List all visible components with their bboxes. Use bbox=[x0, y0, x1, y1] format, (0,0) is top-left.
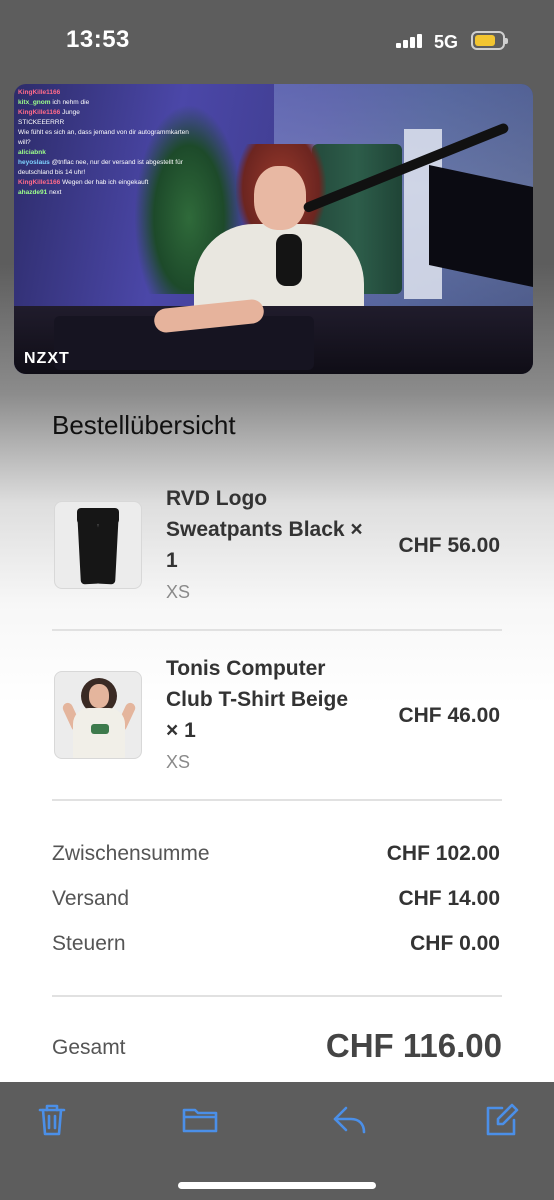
stream-image: KingKille1166 kitx_gnom ich nehm die Kin… bbox=[14, 84, 533, 374]
divider bbox=[52, 995, 502, 997]
reply-button[interactable] bbox=[330, 1100, 370, 1140]
order-item[interactable]: RVD Logo Sweatpants Black × 1 XS CHF 56.… bbox=[52, 461, 502, 631]
total-label: Gesamt bbox=[52, 1036, 126, 1059]
chat-line: heyoslaus @tnflac nee, nur der versand i… bbox=[18, 159, 183, 176]
trash-icon bbox=[38, 1104, 66, 1136]
chat-line: KingKille1166 bbox=[18, 89, 61, 96]
shipping-label: Versand bbox=[52, 887, 130, 910]
item-price: CHF 56.00 bbox=[398, 534, 500, 557]
subtotal-row: Zwischensumme CHF 102.00 bbox=[52, 842, 502, 872]
tax-row: Steuern CHF 0.00 bbox=[52, 932, 502, 962]
home-indicator[interactable] bbox=[178, 1182, 376, 1189]
chat-line: aliciabnk bbox=[18, 149, 46, 156]
item-variant: XS bbox=[166, 752, 191, 772]
sweatpants-image bbox=[54, 501, 142, 589]
order-summary-title: Bestellübersicht bbox=[52, 410, 236, 440]
chat-line: KingKille1166 Junge bbox=[18, 109, 80, 116]
trash-button[interactable] bbox=[32, 1100, 72, 1140]
chat-line: STICKEEERRR bbox=[18, 119, 65, 126]
status-time: 13:53 bbox=[66, 26, 130, 53]
order-item[interactable]: Tonis Computer Club T-Shirt Beige × 1 XS… bbox=[52, 631, 502, 801]
move-folder-button[interactable] bbox=[180, 1100, 220, 1140]
compose-icon bbox=[486, 1103, 519, 1136]
signal-icon bbox=[396, 32, 424, 48]
item-name: Tonis Computer Club T-Shirt Beige × 1 bbox=[166, 657, 349, 742]
shipping-row: Versand CHF 14.00 bbox=[52, 887, 502, 917]
nzxt-logo: NZXT bbox=[24, 350, 70, 367]
total-value: CHF 116.00 bbox=[325, 1027, 502, 1064]
item-variant: XS bbox=[166, 582, 191, 602]
tshirt-image bbox=[54, 671, 142, 759]
network-type: 5G bbox=[434, 32, 459, 52]
chat-line: Wie fühlt es sich an, dass jemand von di… bbox=[18, 129, 189, 146]
folder-icon bbox=[182, 1108, 218, 1133]
subtotal-label: Zwischensumme bbox=[52, 842, 210, 865]
email-body: KingKille1166 kitx_gnom ich nehm die Kin… bbox=[0, 84, 554, 1082]
item-name: RVD Logo Sweatpants Black × 1 bbox=[166, 487, 363, 572]
chat-line: KingKille1166 Wegen der hab ich eingekau… bbox=[18, 179, 149, 186]
status-bar: 13:53 5G bbox=[0, 0, 554, 84]
stream-chat: KingKille1166 kitx_gnom ich nehm die Kin… bbox=[18, 88, 198, 264]
chat-line: ahazde91 next bbox=[18, 189, 62, 196]
item-price: CHF 46.00 bbox=[398, 704, 500, 727]
compose-button[interactable] bbox=[482, 1100, 522, 1140]
chat-line: kitx_gnom ich nehm die bbox=[18, 99, 90, 106]
reply-icon bbox=[333, 1106, 366, 1134]
battery-icon bbox=[471, 31, 508, 50]
tax-value: CHF 0.00 bbox=[410, 932, 500, 955]
subtotal-value: CHF 102.00 bbox=[386, 842, 500, 865]
shipping-value: CHF 14.00 bbox=[398, 887, 500, 910]
tax-label: Steuern bbox=[52, 932, 126, 955]
